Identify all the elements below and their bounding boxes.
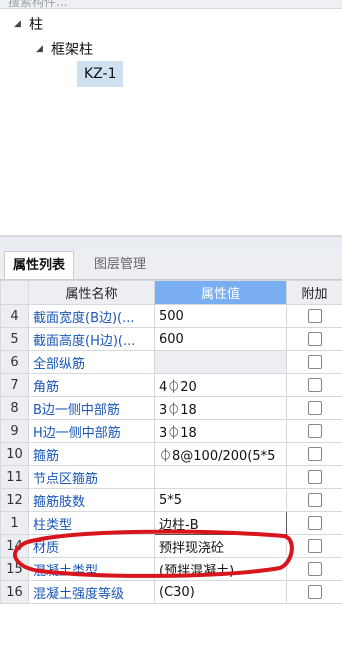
table-row[interactable]: 16 混凝土强度等级 (C30): [0, 580, 342, 604]
property-value[interactable]: 5*5: [154, 488, 287, 512]
attach-checkbox[interactable]: [307, 447, 322, 461]
attach-checkbox[interactable]: [307, 516, 322, 530]
value-header[interactable]: 属性值: [154, 280, 287, 305]
tab-properties[interactable]: 属性列表: [4, 251, 75, 279]
property-name[interactable]: 截面宽度(B边)(...: [28, 304, 155, 328]
property-name[interactable]: 材质: [28, 534, 155, 558]
add-cell: [286, 580, 342, 604]
tree-node-column[interactable]: ◢ 柱: [14, 12, 43, 36]
tree-node-label: KZ-1: [77, 61, 124, 87]
add-cell: [286, 419, 342, 443]
property-value[interactable]: 4⏀20: [154, 373, 287, 397]
table-row[interactable]: 14 材质 预拌现浇砼: [0, 534, 342, 558]
row-number: 12: [0, 488, 29, 512]
search-placeholder: 搜索构件...: [8, 0, 68, 9]
row-number: 4: [0, 304, 29, 328]
attach-checkbox[interactable]: [307, 539, 322, 553]
attach-checkbox[interactable]: [307, 562, 322, 576]
property-value-editor[interactable]: 边柱-B: [154, 511, 287, 535]
table-row[interactable]: 15 混凝土类型 (预拌混凝土): [0, 557, 342, 581]
row-number: 6: [0, 350, 29, 374]
attach-checkbox[interactable]: [307, 355, 322, 369]
table-row[interactable]: 5 截面高度(H边)(... 600: [0, 327, 342, 351]
property-name[interactable]: 全部纵筋: [28, 350, 155, 374]
row-number: 14: [0, 534, 29, 558]
add-cell: [286, 557, 342, 581]
name-header[interactable]: 属性名称: [28, 280, 155, 305]
add-cell: [286, 396, 342, 420]
property-name[interactable]: 箍筋: [28, 442, 155, 466]
property-name[interactable]: H边一侧中部筋: [28, 419, 155, 443]
row-number: 1: [0, 511, 29, 535]
row-number: 15: [0, 557, 29, 581]
add-cell: [286, 488, 342, 512]
expand-triangle-icon[interactable]: ◢: [36, 44, 46, 54]
table-row[interactable]: 4 截面宽度(B边)(... 500: [0, 304, 342, 328]
table-row[interactable]: 11 节点区箍筋: [0, 465, 342, 489]
property-name[interactable]: 截面高度(H边)(...: [28, 327, 155, 351]
row-number: 5: [0, 327, 29, 351]
table-header: 属性名称 属性值 附加: [0, 280, 342, 305]
tree-node-kz1[interactable]: KZ-1: [77, 61, 124, 87]
property-value[interactable]: ⏀8@100/200(5*5: [154, 442, 287, 466]
table-row[interactable]: 1 柱类型 边柱-B: [0, 511, 342, 535]
property-table: 属性名称 属性值 附加 4 截面宽度(B边)(... 500 5 截面高度(H边…: [0, 280, 342, 604]
attach-checkbox[interactable]: [307, 309, 322, 323]
add-header[interactable]: 附加: [286, 280, 342, 305]
add-cell: [286, 442, 342, 466]
row-number: 7: [0, 373, 29, 397]
property-value[interactable]: 3⏀18: [154, 419, 287, 443]
add-cell: [286, 534, 342, 558]
property-name[interactable]: B边一侧中部筋: [28, 396, 155, 420]
search-input[interactable]: 搜索构件...: [0, 0, 342, 9]
table-row[interactable]: 10 箍筋 ⏀8@100/200(5*5: [0, 442, 342, 466]
attach-checkbox[interactable]: [307, 332, 322, 346]
tree-node-frame-column[interactable]: ◢ 框架柱: [36, 37, 93, 61]
table-row[interactable]: 9 H边一侧中部筋 3⏀18: [0, 419, 342, 443]
attach-checkbox[interactable]: [307, 470, 322, 484]
property-value[interactable]: (预拌混凝土): [154, 557, 287, 581]
table-row[interactable]: 8 B边一侧中部筋 3⏀18: [0, 396, 342, 420]
index-header: [0, 280, 29, 305]
property-name[interactable]: 柱类型: [28, 511, 155, 535]
property-name[interactable]: 混凝土强度等级: [28, 580, 155, 604]
add-cell: [286, 511, 342, 535]
property-value[interactable]: 预拌现浇砼: [154, 534, 287, 558]
row-number: 8: [0, 396, 29, 420]
tree-node-label: 柱: [29, 17, 43, 33]
add-cell: [286, 373, 342, 397]
table-row[interactable]: 12 箍筋肢数 5*5: [0, 488, 342, 512]
attach-checkbox[interactable]: [307, 585, 322, 599]
row-number: 11: [0, 465, 29, 489]
add-cell: [286, 327, 342, 351]
property-value[interactable]: [154, 350, 287, 374]
tab-layers[interactable]: 图层管理: [86, 251, 154, 279]
property-value[interactable]: [154, 465, 287, 489]
attach-checkbox[interactable]: [307, 424, 322, 438]
table-row[interactable]: 7 角筋 4⏀20: [0, 373, 342, 397]
property-name[interactable]: 混凝土类型: [28, 557, 155, 581]
property-name[interactable]: 角筋: [28, 373, 155, 397]
property-name[interactable]: 箍筋肢数: [28, 488, 155, 512]
property-value[interactable]: (C30): [154, 580, 287, 604]
add-cell: [286, 304, 342, 328]
property-value[interactable]: 600: [154, 327, 287, 351]
property-value[interactable]: 500: [154, 304, 287, 328]
property-value[interactable]: 3⏀18: [154, 396, 287, 420]
component-tree: ◢ 柱 ◢ 框架柱 KZ-1: [0, 9, 342, 236]
attach-checkbox[interactable]: [307, 378, 322, 392]
property-name[interactable]: 节点区箍筋: [28, 465, 155, 489]
row-number: 16: [0, 580, 29, 604]
add-cell: [286, 465, 342, 489]
row-number: 9: [0, 419, 29, 443]
table-row[interactable]: 6 全部纵筋: [0, 350, 342, 374]
expand-triangle-icon[interactable]: ◢: [14, 19, 24, 29]
panel-divider[interactable]: [0, 236, 342, 251]
add-cell: [286, 350, 342, 374]
attach-checkbox[interactable]: [307, 401, 322, 415]
attach-checkbox[interactable]: [307, 493, 322, 507]
tree-node-label: 框架柱: [51, 42, 93, 58]
panel-tabs: 属性列表 图层管理: [0, 251, 342, 280]
row-number: 10: [0, 442, 29, 466]
